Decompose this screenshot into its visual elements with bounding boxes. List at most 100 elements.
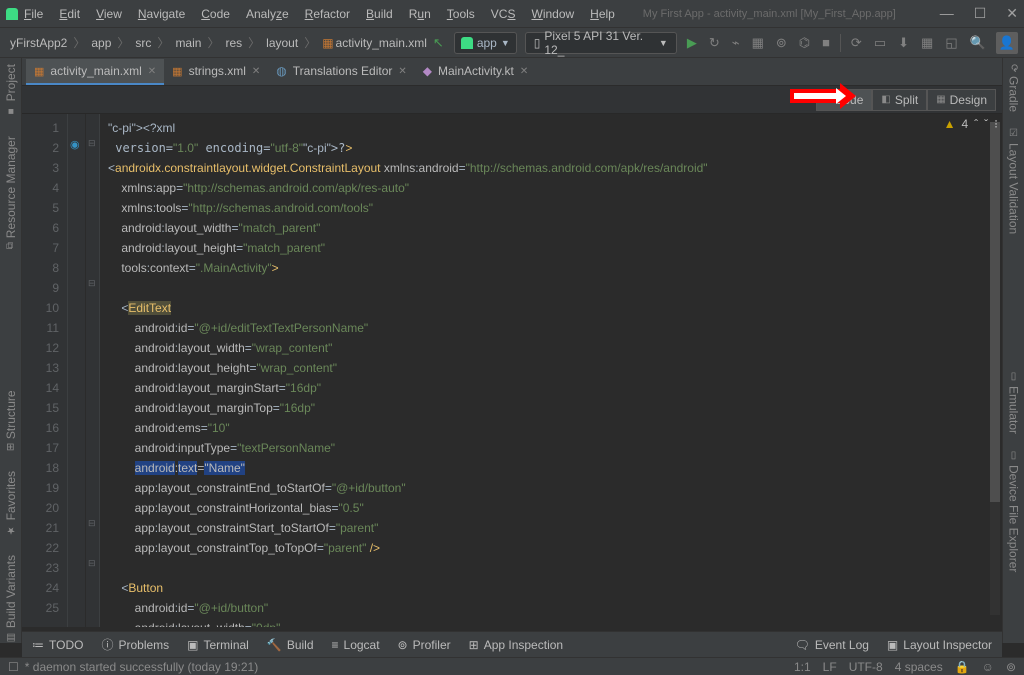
dropdown-icon: ▼ — [501, 38, 510, 48]
menu-analyze[interactable]: Analyze — [240, 5, 295, 23]
resource-manager-icon[interactable]: ▦ — [919, 33, 935, 53]
editor-area: ≡Code ◧Split ▦Design ▲4 ˆ ˇ ⁝ 1234567891… — [22, 86, 1002, 627]
crumb[interactable]: layout — [262, 34, 302, 52]
run-config-label: app — [477, 36, 497, 50]
debug-icon[interactable]: ⌁ — [730, 33, 742, 53]
app-inspection-tool-button[interactable]: ⊞App Inspection — [469, 638, 563, 652]
crumb[interactable]: yFirstApp2 — [6, 34, 71, 52]
list-icon: ≔ — [32, 638, 44, 652]
menu-refactor[interactable]: Refactor — [299, 5, 356, 23]
sdk-manager-icon[interactable]: ⬇ — [896, 33, 911, 53]
event-log-tool-button[interactable]: 🗨Event Log — [795, 638, 869, 652]
build-tool-button[interactable]: 🔨Build — [267, 638, 314, 652]
build-variants-tool-button[interactable]: ▤ Build Variants — [4, 555, 18, 643]
tab-activity-main[interactable]: ▦activity_main.xml✕ — [26, 59, 164, 85]
up-icon[interactable]: ˆ — [974, 117, 978, 131]
line-number-gutter[interactable]: 1234567891011121314151617181920212223242… — [22, 114, 68, 627]
menu-run[interactable]: Run — [403, 5, 437, 23]
user-icon[interactable]: 👤 — [996, 32, 1018, 54]
close-tab-icon[interactable]: ✕ — [520, 66, 528, 77]
android-icon — [461, 37, 473, 49]
terminal-tool-button[interactable]: ▣Terminal — [187, 638, 249, 652]
terminal-icon: ▣ — [187, 638, 198, 652]
callout-arrow-icon — [790, 89, 840, 103]
crumb[interactable]: main — [171, 34, 205, 52]
inspection-icon: ⊞ — [469, 638, 479, 652]
device-selector[interactable]: ▯ Pixel 5 API 31 Ver. 12_ ▼ — [525, 32, 677, 54]
layout-inspector-tool-button[interactable]: ▣Layout Inspector — [887, 638, 992, 652]
stop-icon[interactable]: ■ — [820, 33, 832, 52]
editor-scrollbar[interactable] — [990, 122, 1000, 615]
resource-manager-tool-button[interactable]: ⧉ Resource Manager — [4, 136, 18, 249]
menu-tools[interactable]: Tools — [441, 5, 481, 23]
coverage-icon[interactable]: ▦ — [750, 33, 766, 53]
menu-navigate[interactable]: Navigate — [132, 5, 191, 23]
close-tab-icon[interactable]: ✕ — [398, 66, 406, 77]
menu-file[interactable]: File — [18, 5, 49, 23]
split-view-button[interactable]: ◧Split — [872, 89, 927, 111]
code-content[interactable]: "c-pi"><?xml version="1.0" encoding="utf… — [100, 114, 1002, 627]
indent-setting[interactable]: 4 spaces — [895, 660, 943, 674]
maximize-button[interactable]: ☐ — [974, 5, 987, 22]
minimize-button[interactable]: — — [940, 5, 954, 22]
layout-validation-tool-button[interactable]: ☑Layout Validation — [1007, 128, 1021, 234]
caret-position[interactable]: 1:1 — [794, 660, 811, 674]
fold-column[interactable]: ⊟ ⊟ ⊟ ⊟ — [86, 114, 100, 627]
run-config-selector[interactable]: app ▼ — [454, 32, 517, 54]
ide-settings-icon[interactable]: ⊚ — [1006, 660, 1016, 674]
status-message: * daemon started successfully (today 19:… — [25, 660, 258, 674]
gradle-tool-button[interactable]: ⟳Gradle — [1007, 64, 1021, 112]
memory-icon[interactable]: ☺ — [982, 660, 994, 674]
close-tab-icon[interactable]: ✕ — [252, 66, 260, 77]
readonly-lock-icon[interactable]: 🔒 — [955, 660, 970, 674]
event-log-icon: 🗨 — [795, 638, 810, 652]
back-arrow-icon[interactable]: ↖ — [431, 33, 446, 53]
project-tool-button[interactable]: ■ Project — [4, 64, 18, 116]
logcat-tool-button[interactable]: ≡Logcat — [332, 638, 380, 652]
line-ending[interactable]: LF — [823, 660, 837, 674]
menu-build[interactable]: Build — [360, 5, 399, 23]
crumb[interactable]: app — [87, 34, 115, 52]
close-tab-icon[interactable]: ✕ — [148, 66, 156, 77]
crumb[interactable]: res — [221, 34, 246, 52]
profile-icon[interactable]: ⊚ — [774, 33, 789, 53]
structure-tool-button[interactable]: ⊞ Structure — [4, 390, 18, 451]
menu-view[interactable]: View — [90, 5, 128, 23]
run-button-icon[interactable]: ▶ — [685, 33, 699, 53]
profiler-tool-button[interactable]: ⊚Profiler — [398, 638, 451, 652]
scrollbar-thumb[interactable] — [990, 122, 1000, 502]
menu-help[interactable]: Help — [584, 5, 621, 23]
design-view-button[interactable]: ▦Design — [927, 89, 996, 111]
menu-window[interactable]: Window — [525, 5, 580, 23]
emulator-tool-button[interactable]: ▯Emulator — [1007, 371, 1021, 434]
code-editor[interactable]: ▲4 ˆ ˇ ⁝ 1234567891011121314151617181920… — [22, 114, 1002, 627]
logcat-icon: ≡ — [332, 638, 339, 652]
avd-manager-icon[interactable]: ▭ — [872, 33, 888, 53]
more-icon[interactable]: ⁝ — [994, 117, 998, 131]
bottom-tool-stripe: ≔TODO ⓘProblems ▣Terminal 🔨Build ≡Logcat… — [22, 631, 1002, 657]
menu-edit[interactable]: Edit — [53, 5, 86, 23]
split-icon: ◧ — [881, 94, 890, 105]
problems-tool-button[interactable]: ⓘProblems — [101, 636, 169, 653]
layout-inspector-icon[interactable]: ◱ — [943, 33, 959, 53]
down-icon[interactable]: ˇ — [984, 117, 988, 131]
favorites-tool-button[interactable]: ★ Favorites — [4, 471, 18, 535]
xml-file-icon: ▦ — [172, 65, 182, 78]
attach-debugger-icon[interactable]: ⌬ — [797, 33, 812, 53]
file-encoding[interactable]: UTF-8 — [849, 660, 883, 674]
apply-changes-icon[interactable]: ↻ — [707, 33, 722, 53]
close-button[interactable]: ✕ — [1006, 5, 1018, 22]
layout-preview-icon[interactable]: ◉ — [70, 138, 80, 151]
inspection-widget[interactable]: ▲4 ˆ ˇ ⁝ — [944, 117, 998, 131]
tab-translations[interactable]: ◍Translations Editor✕ — [268, 59, 414, 85]
todo-tool-button[interactable]: ≔TODO — [32, 638, 83, 652]
sync-icon[interactable]: ⟳ — [849, 33, 864, 53]
search-icon[interactable]: 🔍 — [968, 33, 988, 53]
menu-vcs[interactable]: VCS — [485, 5, 522, 23]
crumb[interactable]: src — [131, 34, 155, 52]
tab-strings[interactable]: ▦strings.xml✕ — [164, 59, 268, 85]
tab-main-activity[interactable]: ◆MainActivity.kt✕ — [415, 59, 536, 85]
menu-code[interactable]: Code — [195, 5, 236, 23]
crumb[interactable]: ▦activity_main.xml — [318, 34, 431, 52]
device-file-explorer-tool-button[interactable]: ▯Device File Explorer — [1007, 450, 1021, 572]
